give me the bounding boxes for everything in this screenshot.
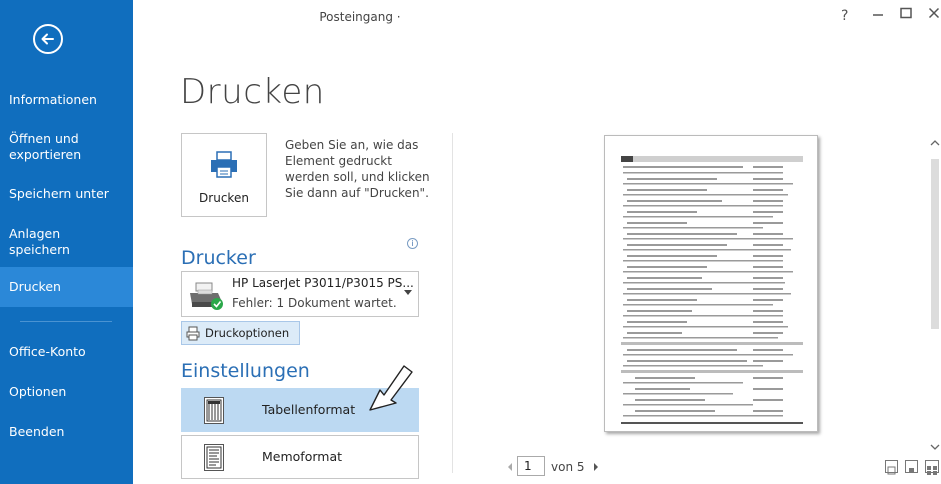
printer-section-title: Drucker xyxy=(181,247,256,269)
printer-icon xyxy=(211,151,237,178)
print-button[interactable]: Drucken xyxy=(181,133,267,217)
pane-divider xyxy=(452,133,453,473)
printer-options-button[interactable]: Druckoptionen xyxy=(181,321,300,345)
previous-page-icon[interactable] xyxy=(506,462,514,472)
scroll-thumb[interactable] xyxy=(931,159,939,329)
nav-oeffnen-exportieren[interactable]: Öffnen und exportieren xyxy=(0,131,120,165)
nav-informationen[interactable]: Informationen xyxy=(0,92,133,108)
close-icon xyxy=(928,7,940,19)
back-arrow-icon xyxy=(41,33,54,45)
print-description: Geben Sie an, wie das Element gedruckt w… xyxy=(285,138,430,200)
print-preview-page[interactable] xyxy=(604,135,818,432)
next-page-icon[interactable] xyxy=(592,462,600,472)
minimize-icon xyxy=(873,14,883,16)
mouse-pointer-icon xyxy=(369,365,413,411)
nav-beenden[interactable]: Beenden xyxy=(0,424,133,440)
backstage-sidebar: Informationen Öffnen und exportieren Spe… xyxy=(0,0,133,484)
sidebar-divider xyxy=(20,321,112,322)
table-style-icon xyxy=(204,397,224,424)
nav-optionen[interactable]: Optionen xyxy=(0,384,133,400)
settings-section-title: Einstellungen xyxy=(181,360,310,382)
page-number-input[interactable]: 1 xyxy=(517,456,545,476)
memo-style-icon xyxy=(204,444,224,471)
page-total-label: von 5 xyxy=(551,460,585,474)
style-label-tabellenformat: Tabellenformat xyxy=(262,402,356,417)
printer-name: HP LaserJet P3011/P3015 PS... xyxy=(232,276,414,290)
help-button[interactable]: ? xyxy=(841,8,848,24)
maximize-button[interactable] xyxy=(900,7,912,23)
window-title: Posteingang · xyxy=(319,10,401,24)
chevron-down-icon xyxy=(404,290,412,295)
back-button[interactable] xyxy=(33,24,63,54)
chevron-down-icon[interactable] xyxy=(930,443,940,451)
nav-office-konto[interactable]: Office-Konto xyxy=(0,344,133,360)
nav-anlagen-speichern[interactable]: Anlagen speichern xyxy=(0,226,110,260)
info-icon[interactable]: i xyxy=(407,238,418,249)
nav-speichern-unter[interactable]: Speichern unter xyxy=(0,186,133,202)
actual-size-icon[interactable] xyxy=(885,460,898,475)
maximize-icon xyxy=(900,7,912,19)
printer-device-icon xyxy=(190,282,223,310)
printer-options-icon xyxy=(186,326,200,341)
chevron-up-icon[interactable] xyxy=(930,139,940,147)
print-preview-content xyxy=(621,156,803,424)
printer-dropdown[interactable]: HP LaserJet P3011/P3015 PS... Fehler: 1 … xyxy=(181,271,419,317)
fit-page-icon[interactable] xyxy=(905,460,918,473)
style-label-memoformat: Memoformat xyxy=(262,449,343,464)
printer-status: Fehler: 1 Dokument wartet. xyxy=(232,296,397,310)
printer-options-label: Druckoptionen xyxy=(205,326,290,340)
nav-drucken[interactable]: Drucken xyxy=(0,267,133,307)
multiple-pages-icon[interactable] xyxy=(925,460,939,475)
minimize-button[interactable] xyxy=(872,5,884,23)
preview-scrollbar[interactable] xyxy=(929,133,941,463)
print-button-label: Drucken xyxy=(199,191,249,205)
style-memoformat[interactable]: Memoformat xyxy=(181,435,419,479)
page-title: Drucken xyxy=(180,72,325,112)
close-button[interactable] xyxy=(928,7,940,23)
